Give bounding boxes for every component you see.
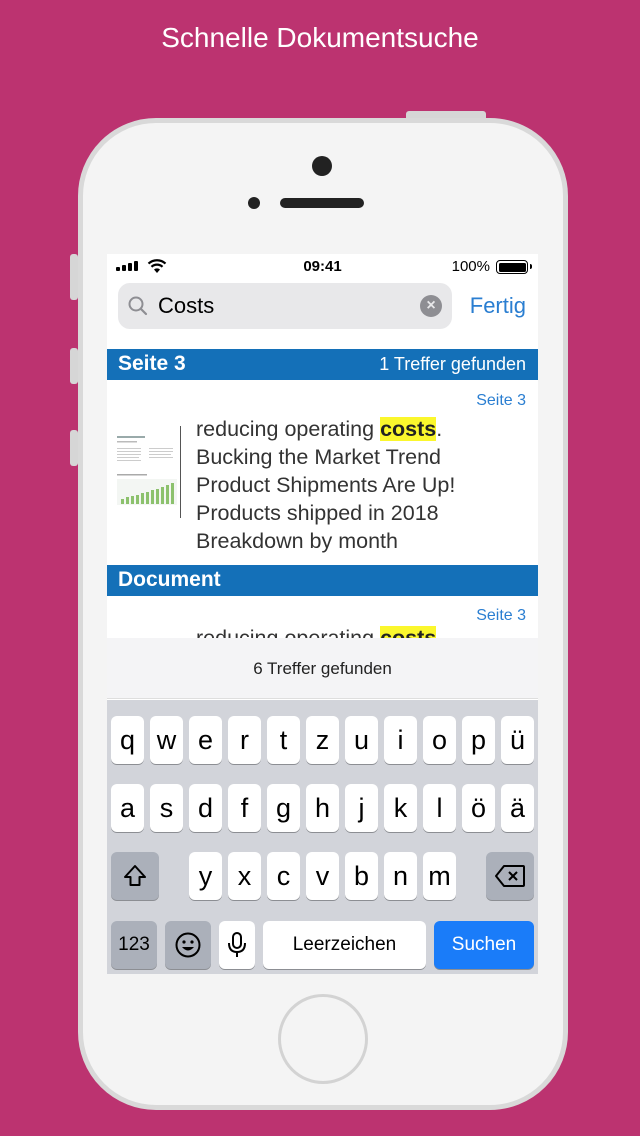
emoji-key[interactable] (165, 921, 211, 969)
microphone-icon (228, 932, 246, 957)
delete-key[interactable] (486, 852, 534, 900)
key-q[interactable]: q (111, 716, 144, 764)
key-ae[interactable]: ä (501, 784, 534, 832)
key-s[interactable]: s (150, 784, 183, 832)
battery-full-icon (496, 260, 532, 274)
key-oe[interactable]: ö (462, 784, 495, 832)
key-t[interactable]: t (267, 716, 300, 764)
key-c[interactable]: c (267, 852, 300, 900)
key-g[interactable]: g (267, 784, 300, 832)
keyboard: q w e r t z u i o p ü a s d f g h j k l … (107, 700, 538, 974)
phone-volume-down (70, 430, 78, 466)
emoji-icon (175, 932, 201, 958)
home-button[interactable] (278, 994, 368, 1084)
shift-icon (124, 865, 146, 886)
key-z[interactable]: z (306, 716, 339, 764)
proximity-sensor (248, 197, 260, 209)
search-field[interactable]: × (118, 283, 452, 329)
phone-mute-switch (70, 254, 78, 300)
earpiece-speaker (280, 198, 364, 208)
key-o[interactable]: o (423, 716, 456, 764)
key-a[interactable]: a (111, 784, 144, 832)
section-hit-count: 1 Treffer gefunden (379, 354, 526, 374)
section-title: Seite 3 (118, 352, 186, 375)
search-input[interactable] (158, 283, 418, 329)
section-header-document: Document (107, 565, 538, 596)
search-row: × Fertig (107, 283, 538, 331)
front-camera (312, 156, 332, 176)
search-summary-bar: 6 Treffer gefunden (107, 638, 538, 699)
key-k[interactable]: k (384, 784, 417, 832)
search-highlight: costs (380, 417, 437, 441)
key-ue[interactable]: ü (501, 716, 534, 764)
key-j[interactable]: j (345, 784, 378, 832)
space-key[interactable]: Leerzeichen (263, 921, 426, 969)
key-y[interactable]: y (189, 852, 222, 900)
key-v[interactable]: v (306, 852, 339, 900)
page-thumbnail[interactable] (113, 426, 181, 518)
key-m[interactable]: m (423, 852, 456, 900)
numbers-key[interactable]: 123 (111, 921, 157, 969)
delete-icon (495, 865, 525, 887)
status-bar: 09:41 100% (107, 254, 538, 280)
battery-percent: 100% (451, 258, 490, 275)
search-key[interactable]: Suchen (434, 921, 534, 969)
key-x[interactable]: x (228, 852, 261, 900)
key-f[interactable]: f (228, 784, 261, 832)
result-page-link[interactable]: Seite 3 (476, 392, 526, 410)
done-button[interactable]: Fertig (470, 293, 526, 319)
result-snippet[interactable]: reducing operating costs. Bucking the Ma… (196, 415, 526, 555)
key-n[interactable]: n (384, 852, 417, 900)
key-d[interactable]: d (189, 784, 222, 832)
section-header-page-3: Seite 3 1 Treffer gefunden (107, 349, 538, 380)
snippet-text-before: reducing operating (196, 417, 381, 441)
key-e[interactable]: e (189, 716, 222, 764)
key-u[interactable]: u (345, 716, 378, 764)
total-hits-label: 6 Treffer gefunden (253, 659, 392, 678)
thumbnail-image (113, 426, 180, 518)
dictation-key[interactable] (219, 921, 255, 969)
key-h[interactable]: h (306, 784, 339, 832)
clear-search-icon[interactable]: × (420, 295, 442, 317)
key-r[interactable]: r (228, 716, 261, 764)
shift-key[interactable] (111, 852, 159, 900)
result-page-link[interactable]: Seite 3 (476, 607, 526, 625)
key-b[interactable]: b (345, 852, 378, 900)
phone-volume-up (70, 348, 78, 384)
promo-headline: Schnelle Dokumentsuche (161, 22, 479, 53)
key-p[interactable]: p (462, 716, 495, 764)
key-i[interactable]: i (384, 716, 417, 764)
search-icon (128, 296, 148, 316)
phone-screen: 09:41 100% × Fertig Seite 3 1 Treffer ge… (107, 254, 538, 974)
section-title: Document (118, 568, 221, 591)
key-l[interactable]: l (423, 784, 456, 832)
key-w[interactable]: w (150, 716, 183, 764)
